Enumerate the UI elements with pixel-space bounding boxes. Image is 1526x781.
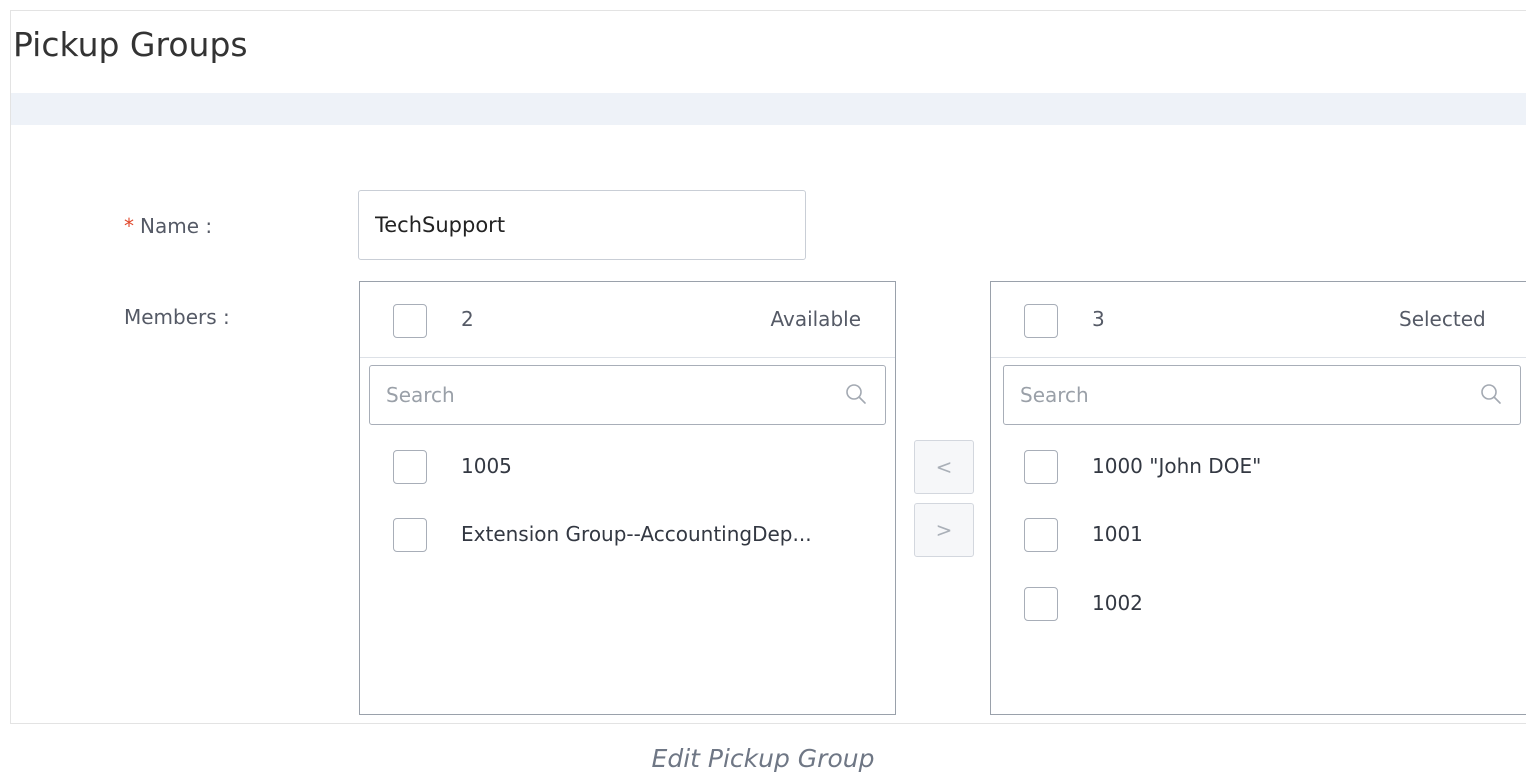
- item-label: 1002: [1092, 591, 1143, 615]
- item-label: 1000 "John DOE": [1092, 454, 1262, 478]
- available-list: 2 Available 1005 Extension Group--Accoun…: [359, 281, 896, 715]
- selected-search-input[interactable]: [1004, 366, 1520, 424]
- selected-select-all-checkbox[interactable]: [1024, 304, 1058, 338]
- item-label: 1001: [1092, 522, 1143, 546]
- selected-title: Selected: [1399, 307, 1486, 331]
- list-item[interactable]: Extension Group--AccountingDep...: [360, 509, 895, 569]
- search-icon[interactable]: [1480, 383, 1502, 405]
- name-label-text: Name :: [140, 214, 213, 238]
- list-item[interactable]: 1005: [360, 441, 895, 501]
- item-checkbox[interactable]: [1024, 587, 1058, 621]
- members-label: Members :: [124, 305, 230, 329]
- move-right-button[interactable]: >: [914, 503, 974, 557]
- list-item[interactable]: 1000 "John DOE": [991, 441, 1526, 501]
- available-search: [369, 365, 886, 425]
- name-label: * Name :: [124, 214, 212, 238]
- list-item[interactable]: 1001: [991, 509, 1526, 569]
- page-title: Pickup Groups: [13, 25, 248, 64]
- figure-caption: Edit Pickup Group: [651, 744, 875, 773]
- selected-count: 3: [1092, 307, 1105, 331]
- item-label: Extension Group--AccountingDep...: [461, 522, 812, 546]
- available-search-input[interactable]: [370, 366, 885, 424]
- move-left-button[interactable]: <: [914, 440, 974, 494]
- search-icon[interactable]: [845, 383, 867, 405]
- name-input[interactable]: [358, 190, 806, 260]
- item-checkbox[interactable]: [1024, 518, 1058, 552]
- selected-search: [1003, 365, 1521, 425]
- required-mark: *: [124, 214, 134, 238]
- title-divider: [11, 93, 1526, 125]
- item-checkbox[interactable]: [393, 518, 427, 552]
- available-header: 2 Available: [360, 282, 895, 358]
- item-checkbox[interactable]: [393, 450, 427, 484]
- item-checkbox[interactable]: [1024, 450, 1058, 484]
- list-item[interactable]: 1002: [991, 578, 1526, 638]
- available-count: 2: [461, 307, 474, 331]
- available-select-all-checkbox[interactable]: [393, 304, 427, 338]
- item-label: 1005: [461, 454, 512, 478]
- selected-list: 3 Selected 1000 "John DOE" 1001 1002: [990, 281, 1526, 715]
- selected-header: 3 Selected: [991, 282, 1526, 358]
- available-title: Available: [770, 307, 861, 331]
